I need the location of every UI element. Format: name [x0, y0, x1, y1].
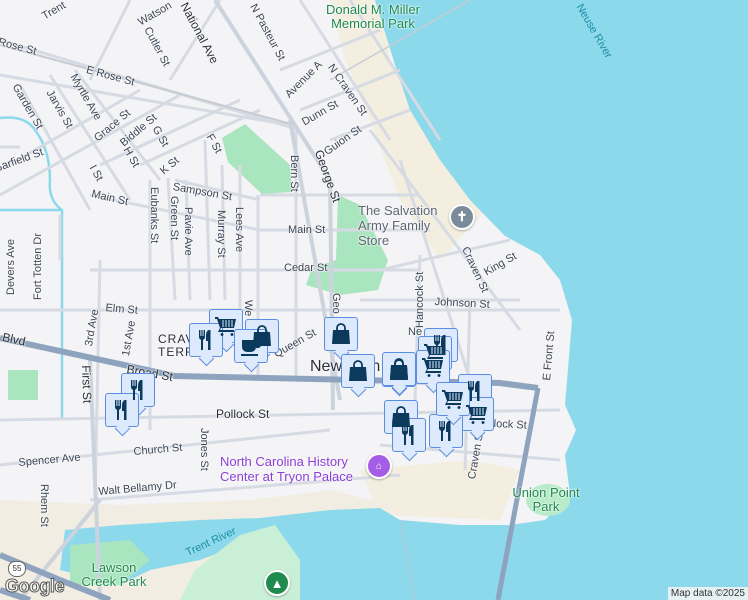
google-logo: Google: [5, 576, 66, 597]
marker-coffee[interactable]: [234, 329, 268, 363]
church-icon[interactable]: ✝: [449, 204, 475, 230]
place-salvation-army[interactable]: The Salvation Army Family Store: [358, 203, 458, 248]
cart-icon: [421, 355, 445, 379]
street-label: Pollock St: [216, 407, 270, 421]
marker-shopping[interactable]: [341, 354, 375, 388]
street-label: Green St: [168, 196, 180, 241]
shopping-bag-icon: [329, 322, 353, 346]
fork-knife-icon: [397, 423, 421, 447]
street-label: Jones St: [198, 428, 210, 471]
park-tree-icon[interactable]: ▲: [264, 570, 290, 596]
street-label: Fort Totten Dr: [32, 232, 44, 300]
place-donald-miller-park[interactable]: Donald M. Miller Memorial Park: [318, 3, 428, 31]
street-label: We: [242, 300, 254, 317]
shopping-bag-icon: [387, 357, 411, 381]
museum-icon[interactable]: ⌂: [366, 453, 392, 479]
map-canvas[interactable]: [0, 0, 748, 600]
shopping-bag-icon: [346, 359, 370, 383]
street-label: Cedar St: [284, 262, 328, 274]
street-label: Pavie Ave: [182, 207, 194, 256]
street-label: Lees Ave: [233, 207, 245, 253]
marker-grocery[interactable]: [416, 350, 450, 384]
marker-restaurant[interactable]: [392, 418, 426, 452]
street-label: Murray St: [215, 210, 227, 258]
fork-knife-icon: [194, 328, 218, 352]
cart-icon: [441, 387, 465, 411]
marker-restaurant[interactable]: [105, 393, 139, 427]
fork-knife-icon: [463, 379, 487, 403]
marker-shopping[interactable]: [324, 317, 358, 351]
marker-restaurant[interactable]: [189, 323, 223, 357]
marker-restaurant[interactable]: [429, 414, 463, 448]
marker-shopping[interactable]: [382, 352, 416, 386]
highway-shield-icon: 55: [8, 561, 26, 577]
fork-knife-icon: [110, 398, 134, 422]
place-lawson-creek-park[interactable]: Lawson Creek Park: [78, 561, 150, 589]
fork-knife-icon: [434, 419, 458, 443]
street-label: Rhem St: [38, 484, 50, 527]
park-green-3: [8, 370, 38, 400]
street-label: Eubanks St: [148, 187, 160, 244]
place-history-center[interactable]: North Carolina History Center at Tryon P…: [220, 454, 365, 484]
street-label: First St: [79, 365, 95, 404]
marker-grocery[interactable]: [436, 382, 470, 416]
street-label: Devers Ave: [5, 238, 17, 295]
street-label: lock St: [493, 418, 527, 432]
cart-icon: [465, 402, 489, 426]
street-label: Hancock St: [414, 271, 426, 328]
coffee-cup-icon: [239, 334, 263, 358]
street-label: Bern St: [288, 155, 300, 192]
street-label: Main St: [288, 224, 326, 236]
street-label: Geo: [330, 293, 342, 314]
place-union-point-park[interactable]: Union Point Park: [510, 486, 582, 514]
marker-grocery[interactable]: [460, 397, 494, 431]
map-attribution[interactable]: Map data ©2025: [667, 587, 748, 600]
